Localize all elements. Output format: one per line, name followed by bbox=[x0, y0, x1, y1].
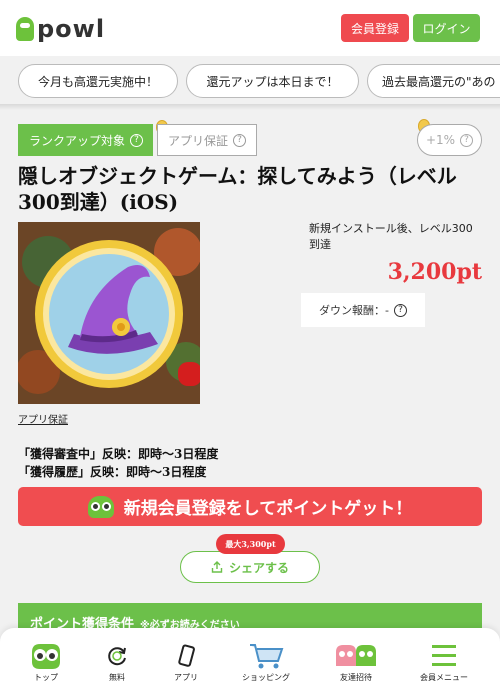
app-icon-image bbox=[18, 222, 200, 404]
campaign-chip-bar: 今月も高還元実施中！ 還元アップは本日まで！ 過去最高還元の"あの bbox=[0, 56, 500, 106]
max-points-badge: 最大3,300pt bbox=[216, 534, 285, 554]
cta-label: 新規会員登録をしてポイントゲット！ bbox=[123, 499, 413, 519]
chip-bar-shadow bbox=[0, 104, 500, 110]
nav-item-top[interactable]: トップ bbox=[6, 628, 86, 700]
witch-hat-icon bbox=[18, 222, 200, 404]
help-icon[interactable]: ? bbox=[460, 133, 474, 147]
nav-item-shopping[interactable]: ショッピング bbox=[226, 628, 306, 700]
reflect-review-text: 「獲得審査中」反映：即時～3日程度 bbox=[18, 447, 219, 461]
free-coin-icon bbox=[105, 642, 129, 670]
plus-rate-badge[interactable]: +1% ? bbox=[417, 124, 482, 156]
logo-text: powl bbox=[37, 15, 106, 43]
share-label: シェアする bbox=[228, 560, 289, 575]
rankup-badge[interactable]: ランクアップ対象 ? bbox=[18, 124, 153, 156]
nav-label: 友達招待 bbox=[340, 673, 372, 682]
reflect-history-text: 「獲得履歴」反映：即時～3日程度 bbox=[18, 465, 207, 479]
owl-logo-icon bbox=[16, 17, 34, 41]
menu-icon bbox=[431, 642, 457, 670]
help-icon[interactable]: ? bbox=[393, 303, 407, 317]
app-guarantee-label: アプリ保証 bbox=[168, 133, 229, 148]
bottom-nav: トップ 無料 アプリ ショッピング 友達招待 会員メニュー bbox=[0, 628, 500, 700]
share-button[interactable]: シェアする bbox=[180, 551, 320, 583]
campaign-chip[interactable]: 今月も高還元実施中！ bbox=[18, 64, 178, 98]
offer-points: 3,200pt bbox=[387, 259, 482, 285]
register-button[interactable]: 会員登録 bbox=[341, 14, 409, 42]
campaign-chip[interactable]: 還元アップは本日まで！ bbox=[186, 64, 359, 98]
down-reward-label: ダウン報酬：- bbox=[319, 304, 389, 317]
offer-condition: 新規インストール後、レベル300到達 bbox=[309, 222, 473, 251]
offer-title: 隠しオブジェクトゲーム：探してみよう（レベル300到達）(iOS) bbox=[18, 164, 457, 214]
nav-label: ショッピング bbox=[242, 673, 290, 682]
login-button[interactable]: ログイン bbox=[413, 14, 480, 42]
owl-icon bbox=[30, 642, 62, 670]
smartphone-icon bbox=[175, 642, 197, 670]
nav-label: 無料 bbox=[109, 673, 125, 682]
nav-item-menu[interactable]: 会員メニュー bbox=[404, 628, 484, 700]
friends-icon bbox=[334, 642, 378, 670]
cart-icon bbox=[248, 642, 284, 670]
nav-item-free[interactable]: 無料 bbox=[77, 628, 157, 700]
nav-label: トップ bbox=[34, 673, 58, 682]
help-icon[interactable]: ? bbox=[130, 133, 144, 147]
nav-label: 会員メニュー bbox=[420, 673, 468, 682]
rankup-label: ランクアップ対象 bbox=[29, 133, 126, 148]
register-cta-button[interactable]: 新規会員登録をしてポイントゲット！ bbox=[18, 487, 482, 526]
app-guarantee-badge[interactable]: アプリ保証 ? bbox=[157, 124, 257, 156]
app-guarantee-link[interactable]: アプリ保証 bbox=[18, 411, 68, 426]
nav-item-app[interactable]: アプリ bbox=[146, 628, 226, 700]
campaign-chip[interactable]: 過去最高還元の"あの bbox=[367, 64, 500, 98]
share-icon bbox=[211, 561, 223, 573]
owl-icon bbox=[87, 495, 114, 518]
plus-rate-label: +1% bbox=[425, 133, 456, 147]
nav-item-invite[interactable]: 友達招待 bbox=[316, 628, 396, 700]
nav-label: アプリ bbox=[174, 673, 198, 682]
down-reward-box: ダウン報酬：- ? bbox=[301, 293, 425, 327]
header: powl 会員登録 ログイン bbox=[0, 0, 500, 56]
logo[interactable]: powl bbox=[16, 15, 105, 43]
help-icon[interactable]: ? bbox=[233, 133, 247, 147]
